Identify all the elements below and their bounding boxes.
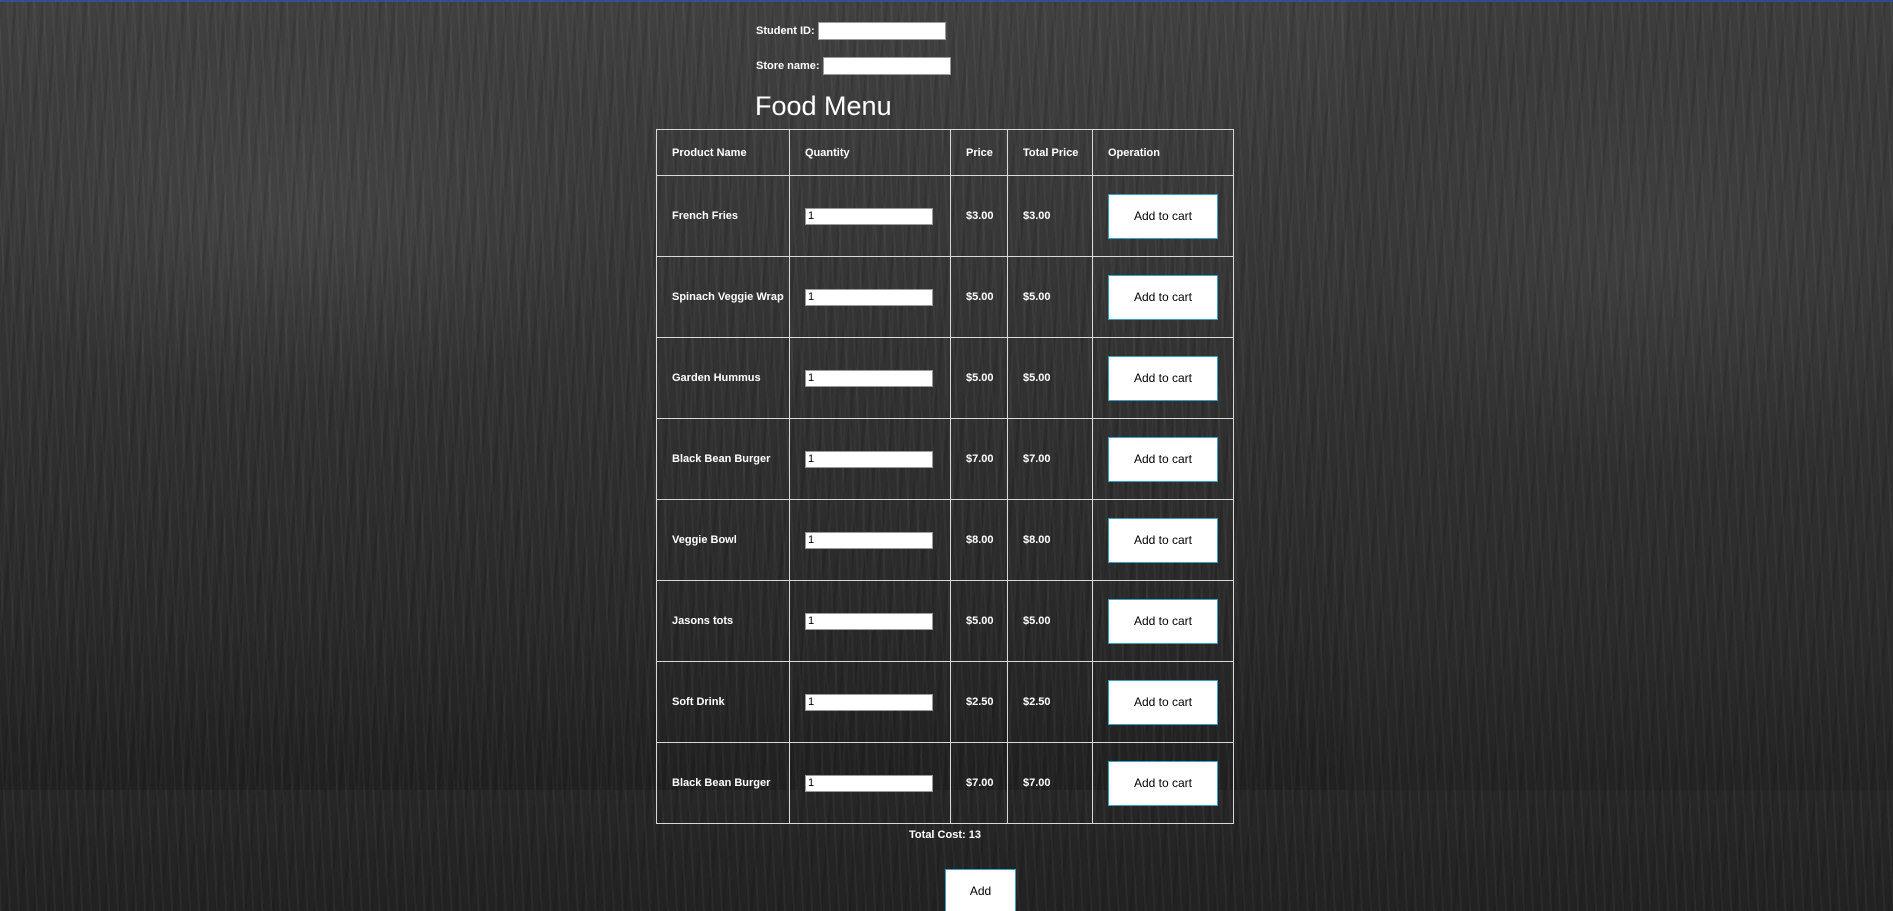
table-row: Garden Hummus $5.00$5.00 Add to cart bbox=[656, 337, 1234, 419]
quantity-input[interactable] bbox=[805, 531, 933, 549]
total-price-cell: $5.00 bbox=[1007, 256, 1093, 338]
quantity-cell bbox=[789, 256, 951, 338]
quantity-cell bbox=[789, 499, 951, 581]
header-quantity: Quantity bbox=[789, 129, 951, 176]
total-price-cell: $3.00 bbox=[1007, 175, 1093, 257]
add-to-cart-button[interactable]: Add to cart bbox=[1108, 679, 1218, 725]
add-to-cart-button[interactable]: Add to cart bbox=[1108, 193, 1218, 239]
operation-cell: Add to cart bbox=[1092, 661, 1234, 743]
price-cell: $7.00 bbox=[950, 418, 1008, 500]
add-to-cart-button[interactable]: Add to cart bbox=[1108, 355, 1218, 401]
total-price-cell: $5.00 bbox=[1007, 337, 1093, 419]
product-name-cell: Black Bean Burger bbox=[656, 742, 790, 824]
add-to-cart-button[interactable]: Add to cart bbox=[1108, 436, 1218, 482]
total-price-cell: $7.00 bbox=[1007, 742, 1093, 824]
add-to-cart-button[interactable]: Add to cart bbox=[1108, 598, 1218, 644]
price-cell: $8.00 bbox=[950, 499, 1008, 581]
student-id-row: Student ID: bbox=[756, 22, 946, 40]
quantity-cell bbox=[789, 742, 951, 824]
quantity-input[interactable] bbox=[805, 612, 933, 630]
table-row: Jasons tots $5.00$5.00 Add to cart bbox=[656, 580, 1234, 662]
price-cell: $3.00 bbox=[950, 175, 1008, 257]
add-to-cart-button[interactable]: Add to cart bbox=[1108, 517, 1218, 563]
price-cell: $5.00 bbox=[950, 337, 1008, 419]
product-name-cell: Veggie Bowl bbox=[656, 499, 790, 581]
product-name-cell: Garden Hummus bbox=[656, 337, 790, 419]
quantity-input[interactable] bbox=[805, 693, 933, 711]
product-name-cell: Jasons tots bbox=[656, 580, 790, 662]
quantity-input[interactable] bbox=[805, 450, 933, 468]
quantity-cell bbox=[789, 337, 951, 419]
store-name-row: Store name: bbox=[756, 57, 951, 75]
product-name-cell: French Fries bbox=[656, 175, 790, 257]
add-to-cart-button[interactable]: Add to cart bbox=[1108, 760, 1218, 806]
product-name-cell: Soft Drink bbox=[656, 661, 790, 743]
total-cost: Total Cost: 13 bbox=[909, 829, 981, 841]
quantity-cell bbox=[789, 418, 951, 500]
quantity-cell bbox=[789, 175, 951, 257]
student-id-input[interactable] bbox=[817, 22, 946, 40]
page-title: Food Menu bbox=[755, 91, 892, 121]
store-name-input[interactable] bbox=[822, 57, 951, 75]
quantity-cell bbox=[789, 661, 951, 743]
operation-cell: Add to cart bbox=[1092, 580, 1234, 662]
operation-cell: Add to cart bbox=[1092, 499, 1234, 581]
price-cell: $5.00 bbox=[950, 256, 1008, 338]
price-cell: $2.50 bbox=[950, 661, 1008, 743]
product-name-cell: Black Bean Burger bbox=[656, 418, 790, 500]
total-price-cell: $5.00 bbox=[1007, 580, 1093, 662]
quantity-input[interactable] bbox=[805, 288, 933, 306]
student-id-label: Student ID: bbox=[756, 25, 815, 37]
quantity-input[interactable] bbox=[805, 207, 933, 225]
total-price-cell: $2.50 bbox=[1007, 661, 1093, 743]
food-menu-table: Product Name Quantity Price Total Price … bbox=[656, 129, 1234, 824]
table-row: Soft Drink $2.50$2.50 Add to cart bbox=[656, 661, 1234, 743]
operation-cell: Add to cart bbox=[1092, 337, 1234, 419]
quantity-cell bbox=[789, 580, 951, 662]
header-operation: Operation bbox=[1092, 129, 1234, 176]
table-row: Spinach Veggie Wrap $5.00$5.00 Add to cart bbox=[656, 256, 1234, 338]
operation-cell: Add to cart bbox=[1092, 742, 1234, 824]
header-price: Price bbox=[950, 129, 1008, 176]
header-total-price: Total Price bbox=[1007, 129, 1093, 176]
add-button[interactable]: Add bbox=[945, 869, 1016, 911]
table-row: Black Bean Burger $7.00$7.00 Add to cart bbox=[656, 742, 1234, 824]
table-row: Veggie Bowl $8.00$8.00 Add to cart bbox=[656, 499, 1234, 581]
product-name-cell: Spinach Veggie Wrap bbox=[656, 256, 790, 338]
price-cell: $7.00 bbox=[950, 742, 1008, 824]
table-header-row: Product Name Quantity Price Total Price … bbox=[656, 129, 1234, 176]
table-row: French Fries $3.00$3.00 Add to cart bbox=[656, 175, 1234, 257]
add-to-cart-button[interactable]: Add to cart bbox=[1108, 274, 1218, 320]
table-row: Black Bean Burger $7.00$7.00 Add to cart bbox=[656, 418, 1234, 500]
store-name-label: Store name: bbox=[756, 60, 820, 72]
operation-cell: Add to cart bbox=[1092, 175, 1234, 257]
price-cell: $5.00 bbox=[950, 580, 1008, 662]
header-product-name: Product Name bbox=[656, 129, 790, 176]
quantity-input[interactable] bbox=[805, 774, 933, 792]
operation-cell: Add to cart bbox=[1092, 418, 1234, 500]
background-panel-right bbox=[1347, 0, 1893, 790]
total-price-cell: $8.00 bbox=[1007, 499, 1093, 581]
operation-cell: Add to cart bbox=[1092, 256, 1234, 338]
quantity-input[interactable] bbox=[805, 369, 933, 387]
total-price-cell: $7.00 bbox=[1007, 418, 1093, 500]
